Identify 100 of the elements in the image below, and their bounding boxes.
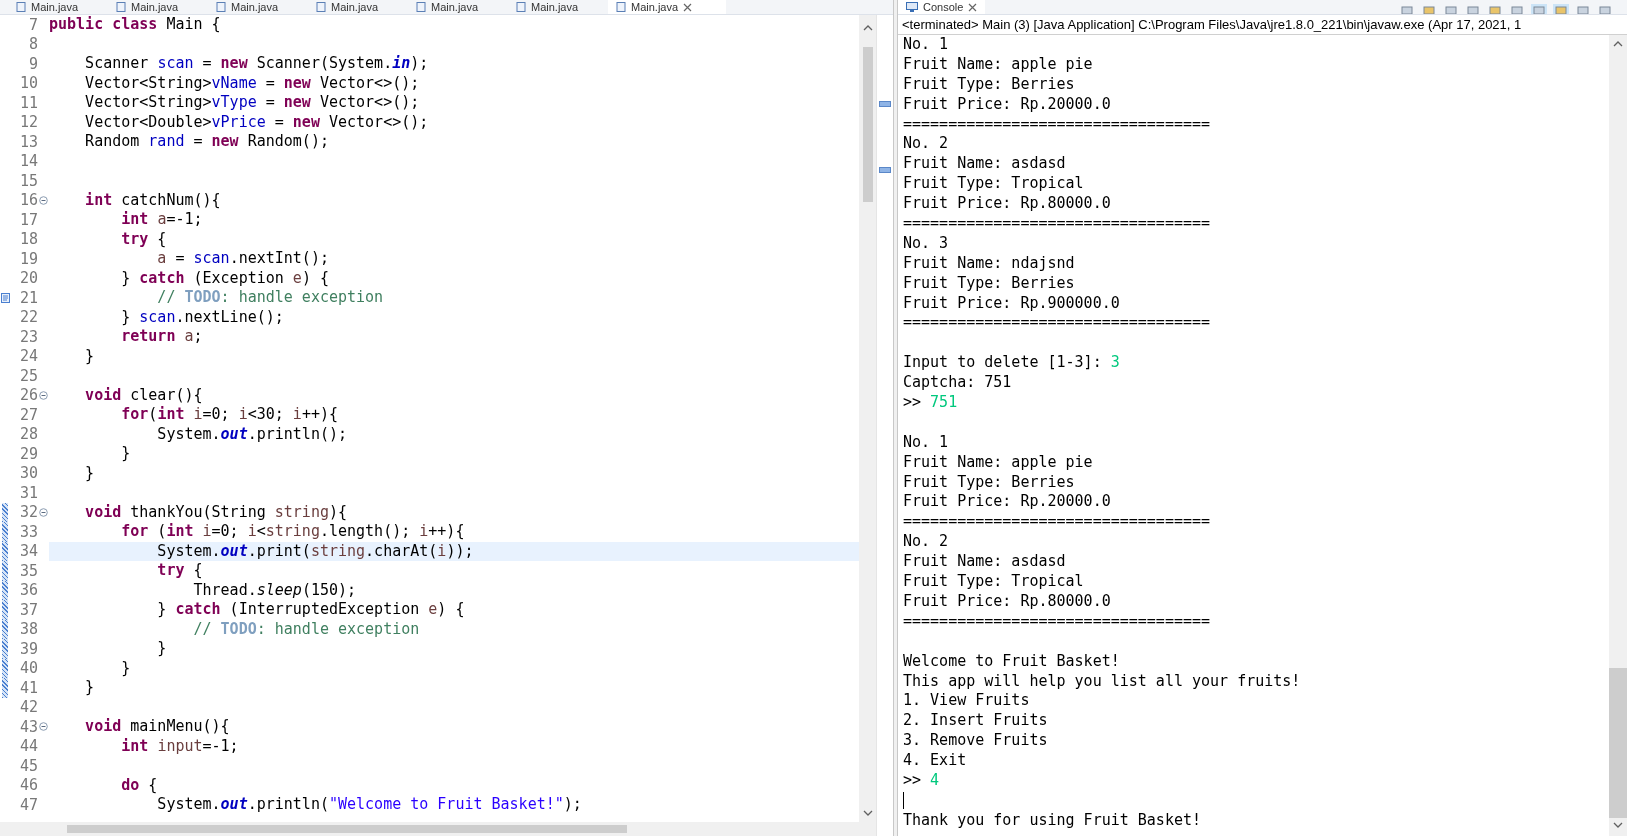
vertical-scrollbar[interactable] <box>1609 35 1627 836</box>
code-line: for (int i=0; i<string.length(); i++){ <box>120 522 466 542</box>
line-number: 7 <box>27 15 38 34</box>
editor-tab[interactable]: Main.java <box>408 0 504 14</box>
code-line: } <box>84 463 96 483</box>
code-line: } catch (InterruptedException e) { <box>156 600 466 620</box>
close-icon[interactable] <box>683 2 693 12</box>
code-line: } scan.nextLine(); <box>120 307 285 327</box>
code-line: try { <box>156 561 204 581</box>
line-number: 41 <box>18 678 38 697</box>
toolbar-button[interactable] <box>1553 4 1569 14</box>
console-line: No. 3 <box>903 233 949 254</box>
code-line: void mainMenu(){ <box>84 717 231 737</box>
code-line: } <box>156 639 168 659</box>
console-line: 1. View Fruits <box>903 691 1030 712</box>
scrollbar-thumb[interactable] <box>67 825 627 833</box>
console-line: Fruit Type: Berries <box>903 273 1075 294</box>
editor-tab[interactable]: Main.java <box>508 0 604 14</box>
line-number: 42 <box>18 698 38 717</box>
console-line: ================================== <box>903 611 1211 632</box>
toolbar-button[interactable] <box>1399 4 1415 14</box>
toolbar-button[interactable] <box>1421 4 1437 14</box>
code-line: } <box>84 346 96 366</box>
line-number: 33 <box>18 522 38 541</box>
line-number: 14 <box>18 152 38 171</box>
scrollbar-thumb[interactable] <box>1609 668 1627 818</box>
line-number: 39 <box>18 639 38 658</box>
code-line: for(int i=0; i<30; i++){ <box>120 405 339 425</box>
line-number: 26 <box>18 386 38 405</box>
console-line: ================================== <box>903 512 1211 533</box>
code-line: Vector<String>vType = new Vector<>(); <box>84 93 421 113</box>
code-line: void clear(){ <box>84 385 204 405</box>
toolbar-button[interactable] <box>1443 4 1459 14</box>
line-number: 45 <box>18 756 38 775</box>
editor-tab[interactable]: Main.java <box>308 0 404 14</box>
collapse-icon[interactable] <box>39 195 48 205</box>
toolbar-button[interactable] <box>1465 4 1481 14</box>
line-number: 36 <box>18 581 38 600</box>
console-line: Thank you for using Fruit Basket! <box>903 810 1201 831</box>
line-number: 20 <box>18 269 38 288</box>
code-line: Vector<Double>vPrice = new Vector<>(); <box>84 112 430 132</box>
toolbar-button[interactable] <box>1575 4 1591 14</box>
toolbar-button[interactable] <box>1531 4 1547 14</box>
console-line: No. 2 <box>903 532 949 553</box>
toolbar-button[interactable] <box>1597 4 1613 14</box>
chevron-up-icon[interactable] <box>1613 41 1623 47</box>
console-line: This app will help you list all your fruits! <box>903 671 1301 692</box>
collapse-icon[interactable] <box>39 390 48 400</box>
code-line: int catchNum(){ <box>84 190 222 210</box>
scrollbar-thumb[interactable] <box>862 47 873 202</box>
line-number: 8 <box>27 35 38 54</box>
console-tab[interactable]: Console <box>898 0 986 14</box>
editor-tab[interactable]: Main.java <box>8 0 104 14</box>
editor-tab[interactable]: Main.java <box>208 0 304 14</box>
vertical-scrollbar[interactable] <box>859 15 876 836</box>
console-line: Fruit Type: Berries <box>903 74 1075 95</box>
console-line: >> 4 <box>903 770 940 791</box>
console-line: Fruit Type: Tropical <box>903 174 1084 195</box>
close-icon[interactable] <box>968 2 978 12</box>
line-number: 17 <box>18 210 38 229</box>
line-number: 43 <box>18 717 38 736</box>
line-number: 25 <box>18 366 38 385</box>
line-number: 32 <box>18 503 38 522</box>
editor-tab[interactable]: Main.java <box>608 0 726 14</box>
line-number: 44 <box>18 737 38 756</box>
line-number: 46 <box>18 776 38 795</box>
task-marker[interactable] <box>879 101 891 107</box>
code-line: try { <box>120 229 168 249</box>
code-line: a = scan.nextInt(); <box>156 249 330 269</box>
chevron-down-icon[interactable] <box>1613 822 1623 828</box>
code-line: return a; <box>120 327 204 347</box>
line-number: 28 <box>18 425 38 444</box>
console-line: Input to delete [1-3]: 3 <box>903 353 1120 374</box>
console-line: Fruit Name: apple pie <box>903 54 1093 75</box>
line-number: 35 <box>18 561 38 580</box>
console-line: No. 1 <box>903 432 949 453</box>
console-line: Fruit Name: ndajsnd <box>903 253 1075 274</box>
chevron-up-icon[interactable] <box>862 25 873 31</box>
code-line: Random rand = new Random(); <box>84 132 330 152</box>
console-line: Fruit Name: asdasd <box>903 552 1066 573</box>
collapse-icon[interactable] <box>39 507 48 517</box>
toolbar-button[interactable] <box>1509 4 1525 14</box>
line-number: 9 <box>27 54 38 73</box>
code-line: } <box>120 444 132 464</box>
code-line: int a=-1; <box>120 210 204 230</box>
line-number: 27 <box>18 405 38 424</box>
task-marker[interactable] <box>879 167 891 173</box>
code-line: // TODO: handle exception <box>192 619 421 639</box>
editor-tab[interactable]: Main.java <box>108 0 204 14</box>
console-line: Fruit Price: Rp.20000.0 <box>903 94 1111 115</box>
code-line: } <box>84 678 96 698</box>
toolbar-button[interactable] <box>1487 4 1503 14</box>
console-line: Fruit Price: Rp.900000.0 <box>903 293 1120 314</box>
code-line: int input=-1; <box>120 736 240 756</box>
collapse-icon[interactable] <box>39 722 48 732</box>
code-line: System.out.println(); <box>156 424 349 444</box>
code-line: Scanner scan = new Scanner(System.in); <box>84 54 430 74</box>
line-number: 16 <box>18 191 38 210</box>
horizontal-scrollbar[interactable] <box>0 822 859 836</box>
chevron-down-icon[interactable] <box>862 810 873 816</box>
